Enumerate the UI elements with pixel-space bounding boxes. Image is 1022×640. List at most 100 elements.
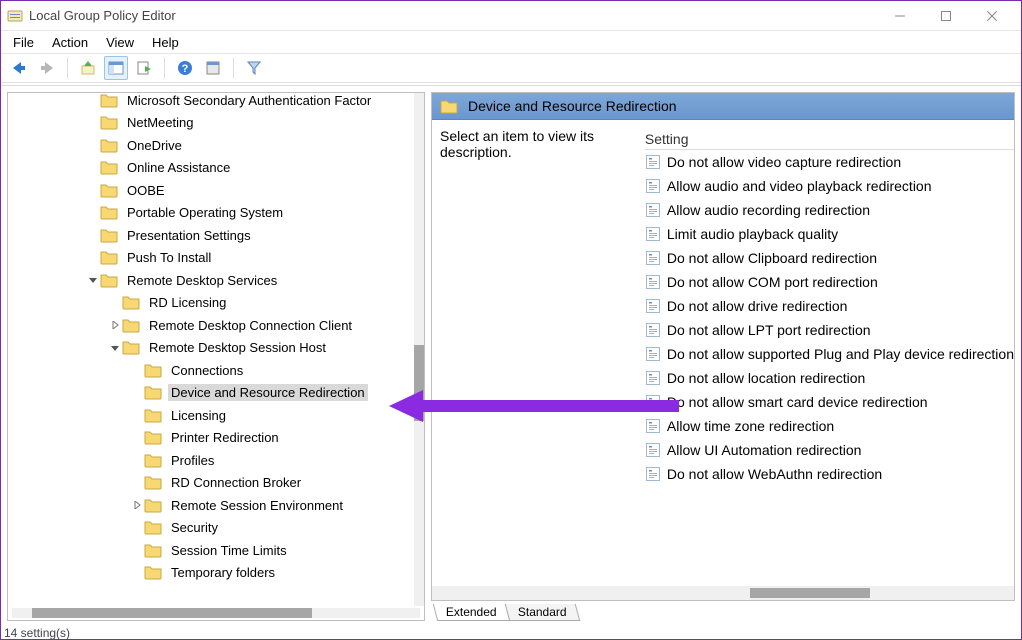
tree-item-label: Push To Install <box>124 249 214 266</box>
setting-item[interactable]: Do not allow location redirection <box>645 366 1014 390</box>
toolbar: ? <box>1 53 1021 83</box>
up-button[interactable] <box>76 56 100 80</box>
maximize-button[interactable] <box>923 2 969 30</box>
properties-button[interactable] <box>201 56 225 80</box>
tree-item[interactable]: Connections <box>8 359 414 382</box>
scroll-thumb[interactable] <box>32 608 312 618</box>
help-button[interactable]: ? <box>173 56 197 80</box>
menu-action[interactable]: Action <box>52 35 88 50</box>
setting-item[interactable]: Allow time zone redirection <box>645 414 1014 438</box>
menu-view[interactable]: View <box>106 35 134 50</box>
tree-item[interactable]: Presentation Settings <box>8 224 414 247</box>
tree-item[interactable]: Device and Resource Redirection <box>8 382 414 405</box>
tree-item[interactable]: NetMeeting <box>8 112 414 135</box>
tree-item-label: Device and Resource Redirection <box>168 384 368 401</box>
setting-item[interactable]: Do not allow LPT port redirection <box>645 318 1014 342</box>
setting-item[interactable]: Do not allow WebAuthn redirection <box>645 462 1014 486</box>
tree-item-label: Online Assistance <box>124 159 233 176</box>
tab-extended[interactable]: Extended <box>433 604 510 621</box>
setting-item[interactable]: Do not allow drive redirection <box>645 294 1014 318</box>
menu-help[interactable]: Help <box>152 35 179 50</box>
toolbar-divider <box>233 58 234 78</box>
tree-item-label: RD Connection Broker <box>168 474 304 491</box>
tree-item[interactable]: Remote Desktop Session Host <box>8 337 414 360</box>
settings-list: Setting Do not allow video capture redir… <box>645 128 1014 586</box>
menu-bar: File Action View Help <box>1 31 1021 53</box>
tree-item[interactable]: OOBE <box>8 179 414 202</box>
window-title: Local Group Policy Editor <box>29 8 176 23</box>
tree-pane: Microsoft Secondary Authentication Facto… <box>7 92 425 621</box>
setting-label: Allow audio and video playback redirecti… <box>667 178 932 194</box>
tab-standard[interactable]: Standard <box>504 604 579 621</box>
scroll-thumb[interactable] <box>414 345 424 421</box>
tree-item[interactable]: Remote Desktop Connection Client <box>8 314 414 337</box>
export-list-button[interactable] <box>132 56 156 80</box>
setting-item[interactable]: Allow audio recording redirection <box>645 198 1014 222</box>
setting-item[interactable]: Do not allow video capture redirection <box>645 150 1014 174</box>
tree-item-label: Licensing <box>168 407 229 424</box>
settings-header[interactable]: Setting <box>645 128 1014 150</box>
setting-item[interactable]: Do not allow Clipboard redirection <box>645 246 1014 270</box>
setting-label: Allow time zone redirection <box>667 418 834 434</box>
setting-item[interactable]: Allow audio and video playback redirecti… <box>645 174 1014 198</box>
details-main: Device and Resource Redirection Select a… <box>431 92 1015 601</box>
forward-button[interactable] <box>35 56 59 80</box>
tree-item-label: Temporary folders <box>168 564 278 581</box>
tree-item-label: Connections <box>168 362 246 379</box>
details-title: Device and Resource Redirection <box>468 98 677 114</box>
setting-label: Do not allow Clipboard redirection <box>667 250 877 266</box>
titlebar: Local Group Policy Editor <box>1 1 1021 31</box>
tree-item-label: OneDrive <box>124 137 185 154</box>
tree-item-label: Printer Redirection <box>168 429 282 446</box>
tree-item[interactable]: Push To Install <box>8 247 414 270</box>
app-icon <box>7 8 23 24</box>
tree-item-label: Profiles <box>168 452 217 469</box>
setting-label: Do not allow supported Plug and Play dev… <box>667 346 1014 362</box>
setting-label: Do not allow COM port redirection <box>667 274 878 290</box>
folder-icon <box>440 98 458 114</box>
tree-item[interactable]: Remote Desktop Services <box>8 269 414 292</box>
show-hide-tree-button[interactable] <box>104 56 128 80</box>
minimize-button[interactable] <box>877 2 923 30</box>
setting-item[interactable]: Do not allow supported Plug and Play dev… <box>645 342 1014 366</box>
tree-hscrollbar[interactable] <box>12 608 420 618</box>
filter-button[interactable] <box>242 56 266 80</box>
tree-item-label: Session Time Limits <box>168 542 290 559</box>
tree-item-label: Remote Session Environment <box>168 497 346 514</box>
tree-item-label: Portable Operating System <box>124 204 286 221</box>
setting-item[interactable]: Do not allow COM port redirection <box>645 270 1014 294</box>
tree-item[interactable]: Online Assistance <box>8 157 414 180</box>
tree-item[interactable]: Printer Redirection <box>8 427 414 450</box>
setting-label: Do not allow WebAuthn redirection <box>667 466 882 482</box>
details-hscrollbar[interactable] <box>432 586 1014 600</box>
setting-item[interactable]: Limit audio playback quality <box>645 222 1014 246</box>
tree-item[interactable]: Temporary folders <box>8 562 414 585</box>
tree-vscrollbar[interactable] <box>414 93 424 606</box>
tree-item[interactable]: Remote Session Environment <box>8 494 414 517</box>
tree-item-label: NetMeeting <box>124 114 196 131</box>
setting-label: Do not allow smart card device redirecti… <box>667 394 928 410</box>
tree-item[interactable]: Session Time Limits <box>8 539 414 562</box>
scroll-thumb[interactable] <box>750 588 870 598</box>
policy-tree[interactable]: Microsoft Secondary Authentication Facto… <box>8 92 414 606</box>
tree-item[interactable]: Portable Operating System <box>8 202 414 225</box>
status-bar: 14 setting(s) <box>2 626 70 639</box>
tree-item[interactable]: Licensing <box>8 404 414 427</box>
tree-item-label: Remote Desktop Services <box>124 272 280 289</box>
setting-item[interactable]: Allow UI Automation redirection <box>645 438 1014 462</box>
content-area: Microsoft Secondary Authentication Facto… <box>1 85 1021 625</box>
tree-item[interactable]: OneDrive <box>8 134 414 157</box>
tree-item[interactable]: RD Licensing <box>8 292 414 315</box>
tree-item-label: Remote Desktop Connection Client <box>146 317 355 334</box>
back-button[interactable] <box>7 56 31 80</box>
close-button[interactable] <box>969 2 1015 30</box>
menu-file[interactable]: File <box>13 35 34 50</box>
setting-item[interactable]: Do not allow smart card device redirecti… <box>645 390 1014 414</box>
setting-label: Limit audio playback quality <box>667 226 838 242</box>
tree-item[interactable]: RD Connection Broker <box>8 472 414 495</box>
tree-item[interactable]: Profiles <box>8 449 414 472</box>
tree-item[interactable]: Microsoft Secondary Authentication Facto… <box>8 92 414 112</box>
tree-item[interactable]: Security <box>8 517 414 540</box>
tree-item-label: Remote Desktop Session Host <box>146 339 329 356</box>
tree-item-label: RD Licensing <box>146 294 229 311</box>
